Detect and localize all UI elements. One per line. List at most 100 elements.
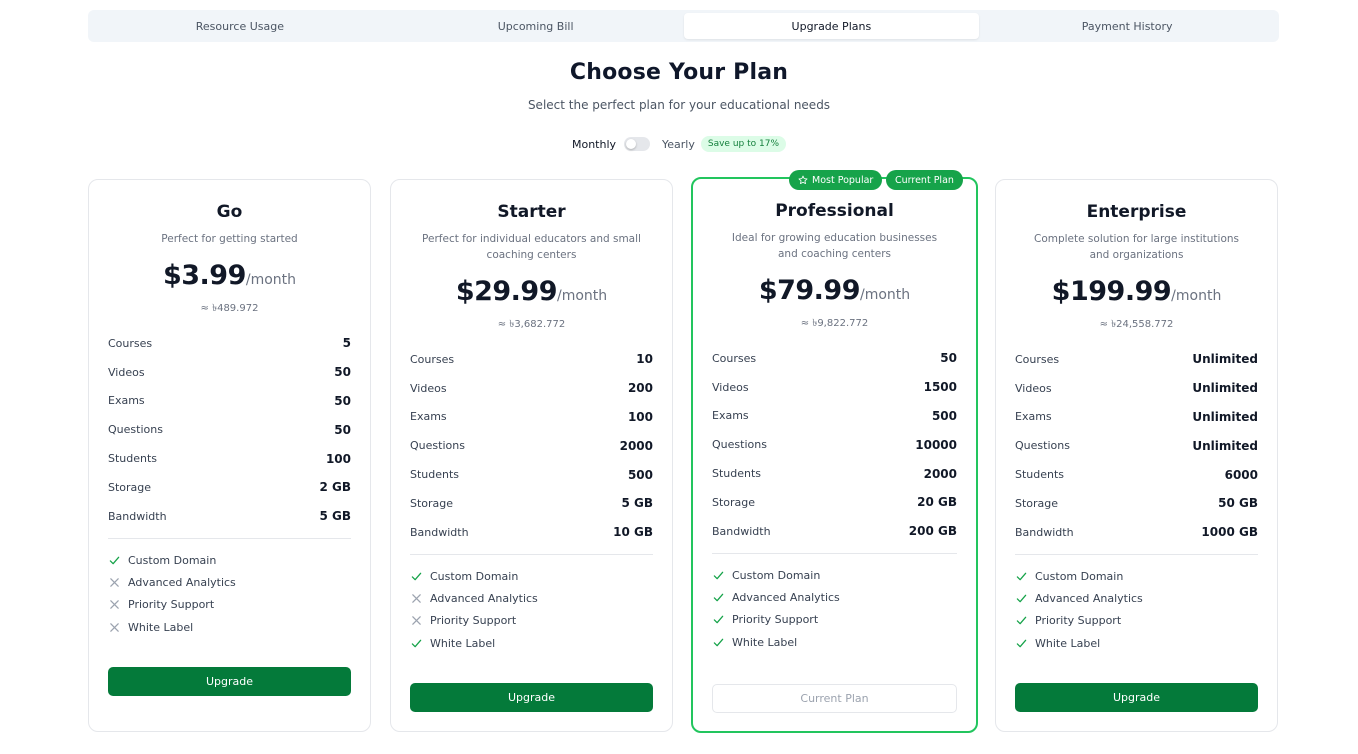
tab-upcoming-bill[interactable]: Upcoming Bill — [388, 13, 684, 39]
limit-label: Videos — [712, 380, 749, 394]
price-period: /month — [245, 272, 297, 288]
divider — [1015, 554, 1258, 555]
feature-label: Advanced Analytics — [128, 575, 236, 589]
limit-row-storage: Storage 5 GB — [410, 489, 653, 518]
plan-price: $3.99 — [162, 260, 246, 291]
check-icon — [1015, 615, 1027, 627]
check-icon — [108, 554, 120, 566]
check-icon — [1015, 570, 1027, 582]
upgrade-button[interactable]: Upgrade — [108, 667, 351, 696]
billing-period-toggle[interactable] — [624, 137, 651, 151]
limit-row-courses: Courses 5 — [108, 329, 351, 358]
feature-label: Priority Support — [128, 598, 215, 612]
limit-value: 100 — [627, 409, 653, 424]
limit-label: Exams — [410, 410, 447, 424]
tab-payment-history[interactable]: Payment History — [979, 13, 1275, 39]
monthly-label: Monthly — [571, 137, 617, 151]
feature-row: Custom Domain — [410, 565, 653, 587]
price-row: $29.99/month — [391, 276, 672, 307]
most-popular-badge: Most Popular — [789, 170, 883, 190]
feature-row: White Label — [410, 632, 653, 654]
plan-name: Starter — [497, 202, 566, 222]
feature-row: Advanced Analytics — [108, 571, 351, 593]
limit-value: 5 — [342, 336, 351, 351]
limit-value: 6000 — [1224, 467, 1258, 482]
limit-label: Storage — [712, 495, 756, 509]
plan-name: Enterprise — [1086, 202, 1187, 222]
upgrade-button[interactable]: Upgrade — [1015, 683, 1258, 712]
limits-list: Courses 50 Videos 1500 Exams 500 Questions 1000… — [712, 344, 957, 546]
limit-row-exams: Exams 100 — [410, 403, 653, 432]
check-icon — [410, 637, 422, 649]
limit-value: 1500 — [923, 380, 957, 395]
limit-value: Unlimited — [1192, 438, 1258, 453]
current-plan-button[interactable]: Current Plan — [712, 684, 957, 713]
plan-card-starter: Starter Perfect for individual educators… — [390, 179, 673, 732]
price-period: /month — [1171, 288, 1222, 304]
limit-label: Videos — [1015, 381, 1052, 395]
limit-row-storage: Storage 50 GB — [1015, 489, 1258, 518]
feature-label: White Label — [732, 635, 798, 649]
limit-row-bandwidth: Bandwidth 1000 GB — [1015, 518, 1258, 547]
yearly-label: Yearly — [662, 137, 695, 151]
limit-value: 10 GB — [613, 525, 653, 540]
features-list: Custom Domain Advanced Analytics Priority … — [712, 564, 957, 653]
feature-label: Priority Support — [430, 614, 517, 628]
feature-row: Advanced Analytics — [712, 586, 957, 608]
feature-label: Priority Support — [1035, 614, 1122, 628]
limit-label: Students — [410, 468, 460, 482]
limit-label: Exams — [1015, 410, 1052, 424]
feature-label: White Label — [128, 620, 194, 634]
price-row: $199.99/month — [996, 276, 1277, 307]
limit-label: Students — [1015, 468, 1065, 482]
limit-label: Bandwidth — [108, 509, 167, 523]
star-icon — [798, 175, 808, 185]
plan-description: Complete solution for large institutions… — [1033, 233, 1239, 261]
price-row: $79.99/month — [693, 275, 976, 306]
page-subtitle: Select the perfect plan for your educati… — [527, 98, 831, 112]
limit-value: 5 GB — [621, 496, 653, 511]
limit-value: 2 GB — [319, 480, 351, 495]
limit-value: 1000 GB — [1201, 525, 1258, 540]
limit-row-courses: Courses 50 — [712, 344, 957, 373]
limit-label: Questions — [1015, 439, 1070, 453]
features-list: Custom Domain Advanced Analytics Priority … — [108, 549, 351, 638]
limit-row-exams: Exams 500 — [712, 402, 957, 431]
limit-row-videos: Videos 200 — [410, 374, 653, 403]
limit-value: 100 — [325, 451, 351, 466]
tab-resource-usage[interactable]: Resource Usage — [92, 13, 388, 39]
toggle-knob — [626, 139, 637, 149]
limit-value: 500 — [627, 467, 653, 482]
feature-row: Priority Support — [108, 594, 351, 616]
feature-label: Advanced Analytics — [1035, 591, 1143, 605]
tab-upgrade-plans[interactable]: Upgrade Plans — [683, 13, 980, 39]
feature-row: White Label — [108, 616, 351, 638]
limit-row-students: Students 500 — [410, 460, 653, 489]
limit-label: Bandwidth — [1015, 525, 1074, 539]
check-icon — [1015, 592, 1027, 604]
limit-value: 200 GB — [908, 524, 957, 539]
limit-value: 200 — [627, 381, 653, 396]
limit-label: Storage — [1015, 496, 1059, 510]
limit-row-questions: Questions 10000 — [712, 430, 957, 459]
features-list: Custom Domain Advanced Analytics Priority … — [410, 565, 653, 654]
limit-row-questions: Questions Unlimited — [1015, 431, 1258, 460]
upgrade-button[interactable]: Upgrade — [410, 683, 653, 712]
limit-label: Bandwidth — [410, 525, 469, 539]
billing-toggle-row: Monthly Yearly Save up to 17% — [0, 134, 1358, 154]
limit-label: Students — [108, 452, 158, 466]
feature-row: Priority Support — [712, 609, 957, 631]
limit-value: 50 — [334, 365, 351, 380]
limit-label: Courses — [410, 352, 455, 366]
limit-value: 10000 — [915, 437, 957, 452]
limit-row-storage: Storage 20 GB — [712, 488, 957, 517]
cross-icon — [410, 592, 422, 604]
plan-card-go: Go Perfect for getting started $3.99/mon… — [88, 179, 371, 732]
limit-label: Videos — [410, 381, 447, 395]
save-badge: Save up to 17% — [700, 136, 787, 152]
limit-row-videos: Videos Unlimited — [1015, 374, 1258, 403]
limits-list: Courses 10 Videos 200 Exams 100 Questions 2000 S… — [410, 345, 653, 547]
limit-label: Courses — [712, 351, 757, 365]
plan-description: Perfect for getting started — [161, 233, 298, 245]
plan-card-professional: Most Popular Current Plan Professional I… — [691, 170, 978, 733]
